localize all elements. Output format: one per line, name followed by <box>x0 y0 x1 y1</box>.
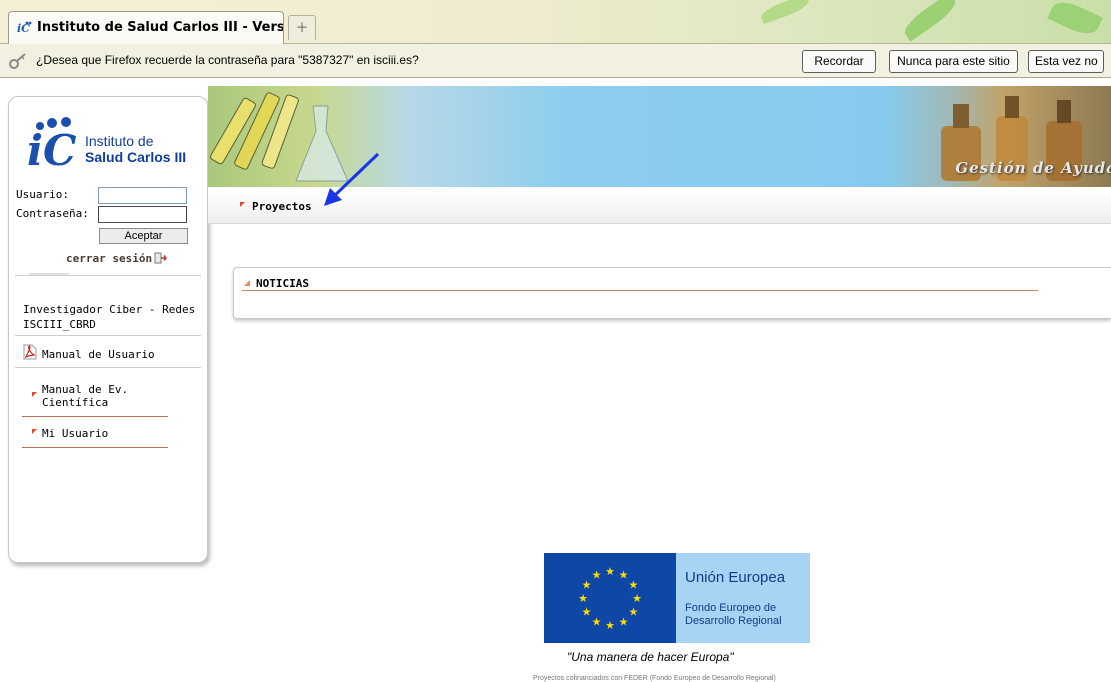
eu-motto: "Una manera de hacer Europa" <box>567 650 734 664</box>
aceptar-button[interactable]: Aceptar <box>99 228 188 244</box>
manual-ev-cientifica-link[interactable]: Manual de Ev. Científica <box>42 383 162 409</box>
eu-star-icon: ★ <box>628 606 638 619</box>
bullet-arrow-icon <box>32 429 37 434</box>
eu-fund-name: Fondo Europeo de Desarrollo Regional <box>685 602 782 628</box>
usuario-input[interactable] <box>98 187 187 204</box>
browser-tab-active[interactable]: iC Instituto de Salud Carlos III - Versi… <box>8 11 284 44</box>
eu-star-icon: ★ <box>619 569 629 582</box>
svg-text:iC: iC <box>27 126 77 171</box>
decorative-leaf <box>1047 0 1103 40</box>
noticias-box: NOTICIAS <box>233 267 1111 319</box>
pdf-icon <box>23 344 37 360</box>
noticias-title: NOTICIAS <box>256 277 309 290</box>
usuario-label: Usuario: <box>16 188 69 201</box>
eu-fund-line-1: Fondo Europeo de <box>685 602 777 614</box>
decorative-leaf <box>900 0 960 42</box>
eu-star-icon: ★ <box>582 579 592 592</box>
svg-text:iC: iC <box>17 22 30 34</box>
eu-star-icon: ★ <box>628 579 638 592</box>
decorative-leaf <box>759 0 811 25</box>
isciii-logo-icon: iC <box>27 117 77 171</box>
tab-title: Instituto de Salud Carlos III - Versió..… <box>37 20 284 35</box>
user-role: Investigador Ciber - Redes <box>23 303 196 316</box>
annotation-arrow-icon <box>324 152 380 206</box>
mi-usuario-link[interactable]: Mi Usuario <box>42 427 108 440</box>
noticias-underline <box>242 290 1038 291</box>
isciii-favicon-icon: iC <box>17 21 32 34</box>
eu-star-icon: ★ <box>605 565 615 578</box>
user-code: ISCIII_CBRD <box>23 318 96 331</box>
eu-star-icon: ★ <box>619 615 629 628</box>
divider <box>15 335 201 336</box>
logout-icon <box>154 252 168 264</box>
eu-flag: ★ ★ ★ ★ ★ ★ ★ ★ ★ ★ ★ ★ <box>544 553 676 643</box>
logo-text: Instituto de Salud Carlos III <box>85 133 186 165</box>
eu-star-icon: ★ <box>582 606 592 619</box>
logo-line-1: Instituto de <box>85 133 154 149</box>
not-now-button[interactable]: Esta vez no <box>1028 50 1104 73</box>
remember-password-button[interactable]: Recordar <box>802 50 876 73</box>
key-icon <box>9 53 26 69</box>
eu-star-icon: ★ <box>605 619 615 632</box>
sidebar-panel: iC Instituto de Salud Carlos III Usuario… <box>8 96 208 563</box>
password-label: Contraseña: <box>16 207 89 220</box>
plus-icon: + <box>295 18 309 36</box>
cerrar-sesion-label: cerrar sesión <box>66 252 153 265</box>
divider <box>15 367 201 368</box>
cofinance-note: Proyectos cofinanciados con FEDER (Fondo… <box>533 675 776 682</box>
password-notification-bar: ¿Desea que Firefox recuerde la contraseñ… <box>0 44 1111 78</box>
new-tab-button[interactable]: + <box>288 15 316 40</box>
isciii-logo[interactable]: iC Instituto de Salud Carlos III <box>25 111 195 181</box>
manual-usuario-link[interactable]: Manual de Usuario <box>42 348 155 361</box>
password-input[interactable] <box>98 206 187 223</box>
eu-stars-icon: ★ ★★★★★★★★★★★ <box>578 565 642 632</box>
eu-star-icon: ★ <box>632 592 642 605</box>
eu-title: Unión Europea <box>685 569 786 586</box>
divider <box>22 447 168 448</box>
divider <box>22 416 168 417</box>
browser-tab-strip: iC Instituto de Salud Carlos III - Versi… <box>0 0 1111 44</box>
never-for-site-button[interactable]: Nunca para este sitio <box>889 50 1018 73</box>
user-info: Investigador Ciber - Redes ISCIII_CBRD <box>23 302 195 332</box>
bullet-arrow-icon <box>240 202 245 207</box>
cerrar-sesion-link[interactable]: cerrar sesión <box>66 252 168 265</box>
eu-feder-logo: ★ ★ ★ ★ ★ ★ ★ ★ ★ ★ ★ ★ Unión Europea Fondo Europeo… <box>544 553 810 643</box>
notification-message: ¿Desea que Firefox recuerde la contraseñ… <box>36 53 419 67</box>
divider <box>15 275 201 276</box>
eu-star-icon: ★ <box>592 615 602 628</box>
banner-title: Gestión de Ayuda <box>955 159 1111 177</box>
eu-star-icon: ★ <box>592 569 602 582</box>
menu-proyectos[interactable]: Proyectos <box>252 200 312 213</box>
eu-text-panel: Unión Europea Fondo Europeo de Desarroll… <box>676 553 810 643</box>
bullet-arrow-icon <box>32 392 37 397</box>
section-arrow-icon <box>244 280 250 286</box>
logo-line-2: Salud Carlos III <box>85 149 187 165</box>
eu-star-icon: ★ <box>578 592 588 605</box>
eu-fund-line-2: Desarrollo Regional <box>685 615 782 627</box>
